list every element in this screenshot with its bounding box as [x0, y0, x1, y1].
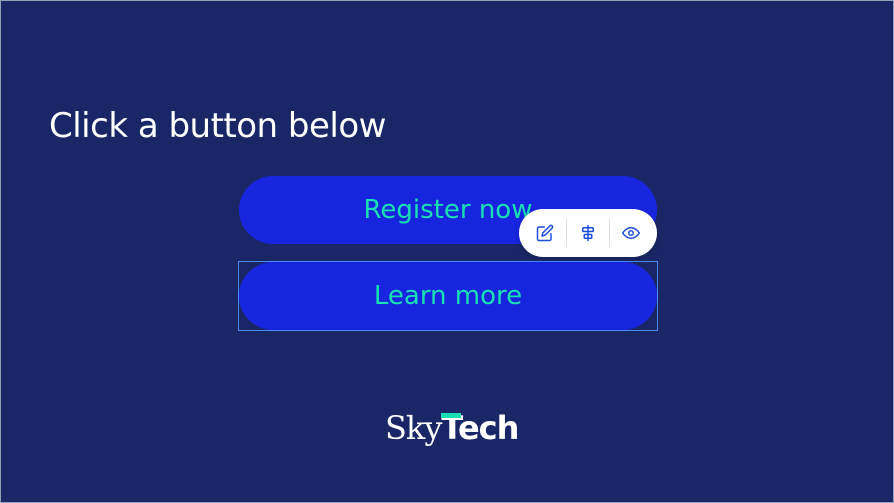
eye-icon — [622, 227, 641, 239]
slide-canvas: Click a button below Register now Learn … — [0, 0, 894, 503]
skytech-logo: Sky Tech — [385, 409, 519, 447]
register-now-label: Register now — [363, 195, 533, 225]
edit-icon — [536, 224, 553, 242]
learn-more-button[interactable]: Learn more — [239, 262, 657, 330]
logo-sky: Sky — [385, 409, 442, 447]
toolbar-divider — [609, 219, 611, 247]
slide-heading: Click a button below — [49, 106, 386, 146]
preview-button[interactable] — [613, 215, 649, 251]
edit-button[interactable] — [527, 215, 563, 251]
align-button[interactable] — [570, 215, 606, 251]
logo-tech: Tech — [441, 409, 519, 447]
learn-more-label: Learn more — [373, 281, 523, 311]
align-center-icon — [581, 224, 594, 242]
toolbar-divider — [565, 219, 567, 247]
logo-accent-bar — [441, 413, 462, 418]
element-toolbar — [519, 209, 657, 257]
